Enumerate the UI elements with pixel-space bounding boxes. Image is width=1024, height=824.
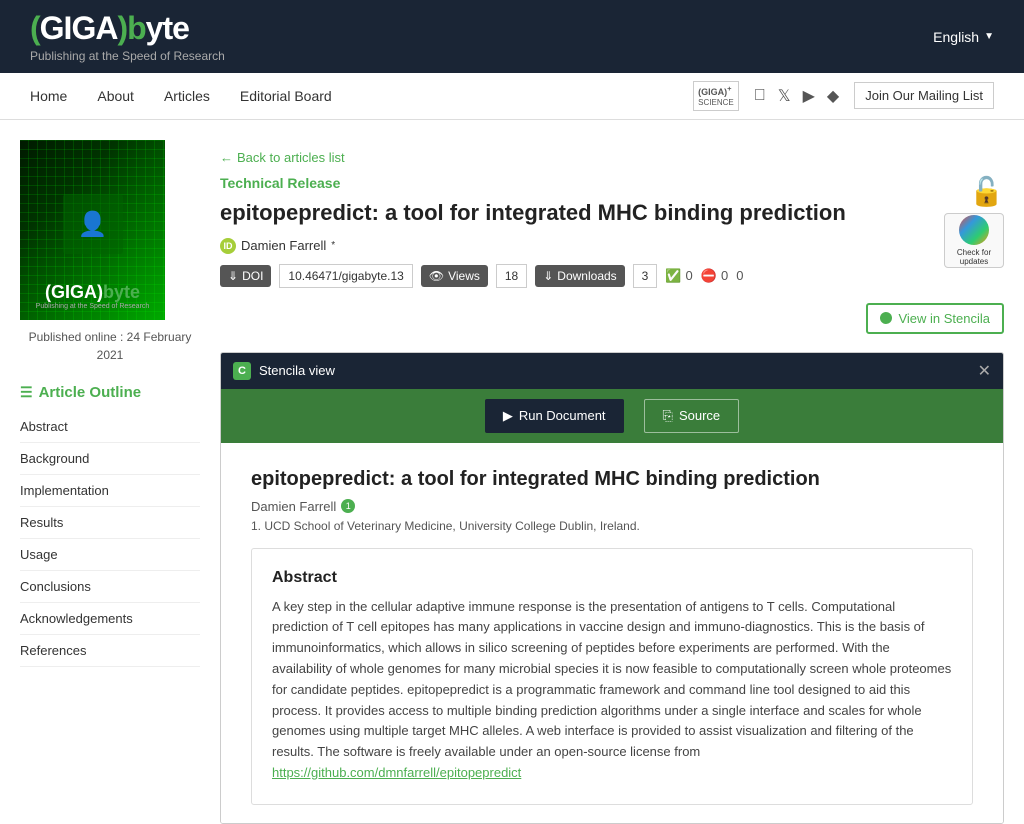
mailing-list-link[interactable]: Join Our Mailing List	[854, 82, 994, 109]
stencila-toolbar: ▶ Run Document ⎘ Source	[221, 389, 1003, 443]
logo-area: (GIGA)byte Publishing at the Speed of Re…	[30, 10, 225, 63]
link-icon: ⎘	[663, 408, 673, 424]
chevron-down-icon: ▼	[984, 31, 994, 42]
like-section: ✅ 0	[665, 268, 692, 284]
back-link[interactable]: ← Back to articles list	[220, 150, 1004, 165]
dislike-section: ⛔ 0	[701, 268, 728, 284]
stencila-btn-label: View in Stencila	[898, 311, 990, 326]
stencila-header-left: C Stencila view	[233, 362, 335, 380]
outline-abstract[interactable]: Abstract	[20, 411, 200, 443]
dislike-count: 0	[721, 268, 728, 283]
youtube-icon[interactable]: ▶	[803, 86, 815, 106]
journal-cover: 👤 (GIGA)byte Publishing at the Speed of …	[20, 140, 165, 320]
outline-title: ☰ Article Outline	[20, 384, 200, 401]
nav-about[interactable]: About	[97, 73, 134, 119]
anon-section: 0	[736, 268, 743, 283]
author-line: ID Damien Farrell *	[220, 238, 846, 254]
abstract-title: Abstract	[272, 569, 952, 587]
abstract-text: A key step in the cellular adaptive immu…	[272, 597, 952, 784]
stencila-content: epitopepredict: a tool for integrated MH…	[221, 443, 1003, 823]
downloads-label: ⇓ Downloads	[535, 265, 624, 287]
outline-results[interactable]: Results	[20, 507, 200, 539]
stencila-author-name: Damien Farrell	[251, 499, 336, 514]
gigascience-logo: (GIGA)+ SCIENCE	[693, 81, 739, 110]
stencila-author-line: Damien Farrell 1	[251, 499, 973, 514]
like-icon[interactable]: ✅	[665, 268, 681, 284]
article-title: epitopepredict: a tool for integrated MH…	[220, 199, 846, 228]
social-icons:  𝕏 ▶ ◆	[754, 86, 840, 106]
stencila-logo-icon: C	[233, 362, 251, 380]
dislike-icon[interactable]: ⛔	[701, 268, 717, 284]
nav-bar: Home About Articles Editorial Board (GIG…	[0, 73, 1024, 120]
stencila-article-title: epitopepredict: a tool for integrated MH…	[251, 468, 973, 491]
eye-icon: 👁	[429, 269, 444, 283]
outline-list: Abstract Background Implementation Resul…	[20, 411, 200, 667]
outline-implementation[interactable]: Implementation	[20, 475, 200, 507]
abstract-body: A key step in the cellular adaptive immu…	[272, 599, 951, 760]
content-area: ← Back to articles list Technical Releas…	[220, 140, 1004, 824]
stencila-panel: C Stencila view ✕ ▶ Run Document ⎘ Sourc…	[220, 352, 1004, 824]
nav-home[interactable]: Home	[30, 73, 67, 119]
author-star: *	[331, 240, 335, 251]
outline-references[interactable]: References	[20, 635, 200, 667]
orcid-icon: ID	[220, 238, 236, 254]
author-name[interactable]: Damien Farrell	[241, 238, 326, 253]
affiliation-text: 1. UCD School of Veterinary Medicine, Un…	[251, 519, 973, 533]
language-label: English	[933, 29, 979, 45]
nav-links: Home About Articles Editorial Board	[30, 73, 693, 119]
download-arrow-icon: ⇓	[543, 269, 553, 283]
play-icon: ▶	[503, 408, 513, 424]
logo-subtitle: Publishing at the Speed of Research	[30, 49, 225, 63]
outline-background[interactable]: Background	[20, 443, 200, 475]
article-header-row: Technical Release epitopepredict: a tool…	[220, 175, 1004, 303]
article-type: Technical Release	[220, 175, 846, 191]
facebook-icon[interactable]: 	[754, 87, 766, 105]
views-count: 18	[496, 264, 527, 288]
left-sidebar: 👤 (GIGA)byte Publishing at the Speed of …	[20, 140, 200, 824]
like-count: 0	[686, 268, 693, 283]
doi-label: ⇓ DOI	[220, 265, 271, 287]
download-icon: ⇓	[228, 269, 238, 283]
stencila-btn-row: View in Stencila	[220, 303, 1004, 344]
check-updates-badge[interactable]: Check for updates	[944, 213, 1004, 268]
pinterest-icon[interactable]: ◆	[827, 86, 839, 106]
article-main-info: Technical Release epitopepredict: a tool…	[220, 175, 846, 303]
nav-articles[interactable]: Articles	[164, 73, 210, 119]
doi-value[interactable]: 10.46471/gigabyte.13	[279, 264, 412, 288]
outline-usage[interactable]: Usage	[20, 539, 200, 571]
article-outline: ☰ Article Outline Abstract Background Im…	[20, 384, 200, 667]
anon-count: 0	[736, 268, 743, 283]
stencila-dot-icon	[880, 312, 892, 324]
outline-conclusions[interactable]: Conclusions	[20, 571, 200, 603]
cover-logo: (GIGA)byte Publishing at the Speed of Re…	[36, 282, 150, 310]
back-arrow-icon: ←	[220, 150, 233, 165]
twitter-icon[interactable]: 𝕏	[778, 86, 791, 106]
nav-right: (GIGA)+ SCIENCE  𝕏 ▶ ◆ Join Our Mailing…	[693, 81, 994, 110]
close-icon[interactable]: ✕	[978, 361, 991, 381]
site-logo[interactable]: (GIGA)byte	[30, 10, 225, 47]
abstract-github-link[interactable]: https://github.com/dmnfarrell/epitopepre…	[272, 765, 521, 780]
open-access-icon: 🔓	[969, 175, 1004, 208]
outline-acknowledgements[interactable]: Acknowledgements	[20, 603, 200, 635]
top-header: (GIGA)byte Publishing at the Speed of Re…	[0, 0, 1024, 73]
run-document-button[interactable]: ▶ Run Document	[485, 399, 624, 433]
affiliation-num: 1	[341, 499, 355, 513]
nav-editorial-board[interactable]: Editorial Board	[240, 73, 332, 119]
downloads-count: 3	[633, 264, 658, 288]
views-label: 👁 Views	[421, 265, 488, 287]
stencila-panel-title: Stencila view	[259, 363, 335, 378]
metrics-row: ⇓ DOI 10.46471/gigabyte.13 👁 Views 18 ⇓ …	[220, 264, 846, 288]
header-badges: 🔓 Check for updates	[944, 175, 1004, 268]
abstract-section: Abstract A key step in the cellular adap…	[251, 548, 973, 805]
main-container: 👤 (GIGA)byte Publishing at the Speed of …	[0, 120, 1024, 824]
stencila-panel-header: C Stencila view ✕	[221, 353, 1003, 389]
outline-icon: ☰	[20, 384, 33, 401]
source-button[interactable]: ⎘ Source	[644, 399, 740, 433]
published-date: Published online : 24 February 2021	[20, 328, 200, 364]
language-selector[interactable]: English ▼	[933, 29, 994, 45]
view-in-stencila-button[interactable]: View in Stencila	[866, 303, 1004, 334]
